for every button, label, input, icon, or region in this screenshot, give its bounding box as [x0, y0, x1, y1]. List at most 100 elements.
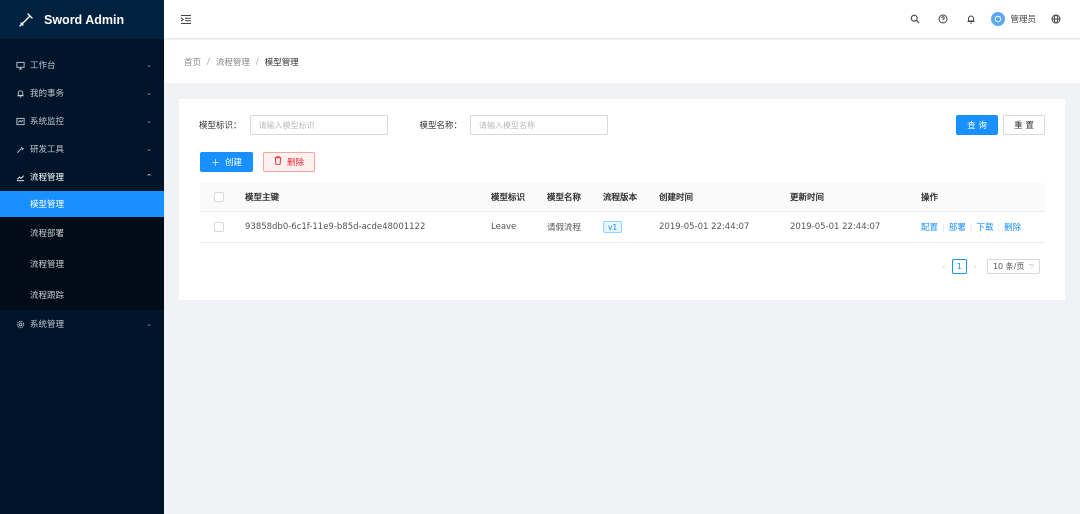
sword-icon: [16, 10, 36, 30]
breadcrumb-separator: /: [207, 56, 210, 67]
chevron-down-icon: ⌄: [146, 320, 152, 328]
user-name: 管理员: [1010, 15, 1036, 25]
sidebar-item-label: 系统管理: [30, 320, 65, 330]
next-page-icon[interactable]: ›: [969, 262, 981, 271]
sidebar: Sword Admin 工作台 ⌄ 我的事务 ⌄ 系统监控 ⌄ 研发工具 ⌄ 流…: [0, 0, 164, 514]
cell-model-name: 请假流程: [547, 223, 582, 233]
column-header-model-name: 模型名称: [547, 193, 582, 203]
column-header-created: 创建时间: [659, 193, 694, 203]
search-form: 模型标识： 请输入模型标识 模型名称： 请输入模型名称 查 询 重 置: [199, 115, 1045, 135]
model-ident-label: 模型标识：: [199, 121, 242, 131]
breadcrumb-separator: /: [255, 56, 259, 67]
model-table: 模型主键 模型标识 模型名称 流程版本 创建时间 更新时间 操作 93858db…: [200, 183, 1045, 243]
create-button[interactable]: ＋ 创建: [200, 152, 254, 172]
sidebar-subitem-flow-management[interactable]: 流程管理: [0, 248, 164, 279]
prev-page-icon[interactable]: ‹: [938, 262, 950, 271]
chevron-down-icon: ⌄: [146, 145, 152, 153]
column-header-model-ident: 模型标识: [491, 193, 526, 203]
pagination: ‹ 1 › 10 条/页 ▽: [938, 259, 1040, 274]
notification-bell-icon[interactable]: [964, 12, 978, 26]
flow-chart-icon: [14, 173, 26, 182]
reset-button[interactable]: 重 置: [1003, 115, 1045, 135]
app-title: Sword Admin: [44, 12, 125, 27]
query-button[interactable]: 查 询: [956, 115, 998, 135]
settings-icon: [14, 320, 26, 329]
sidebar-subitem-flow-tracking[interactable]: 流程跟踪: [0, 279, 164, 310]
select-all-checkbox[interactable]: [213, 192, 224, 202]
sidebar-item-my-tasks[interactable]: 我的事务 ⌄: [0, 79, 164, 107]
help-icon[interactable]: [936, 12, 950, 26]
flow-submenu: 模型管理 流程部署 流程管理 流程跟踪: [0, 191, 164, 310]
delete-button-label: 删除: [287, 158, 305, 168]
cell-created: 2019-05-01 22:44:07: [659, 222, 750, 232]
model-name-label: 模型名称：: [419, 121, 463, 131]
page-number[interactable]: 1: [951, 259, 967, 274]
sidebar-item-label: 系统监控: [30, 117, 65, 127]
cell-actions: 配置 | 部署 | 下载 | 删除: [921, 221, 1041, 233]
search-icon[interactable]: [908, 12, 922, 26]
bell-icon: [14, 89, 26, 98]
cell-model-key: 93858db0-6c1f-11e9-b85d-acde48001122: [245, 222, 426, 232]
create-button-label: 创建: [225, 158, 243, 168]
app-logo[interactable]: Sword Admin: [0, 0, 164, 39]
plus-icon: ＋: [211, 158, 221, 169]
download-link[interactable]: 下载: [976, 223, 993, 233]
sidebar-item-label: 研发工具: [30, 145, 65, 155]
breadcrumb: 首页 / 流程管理 / 模型管理: [164, 40, 1080, 83]
model-ident-input[interactable]: 请输入模型标识: [249, 115, 388, 135]
cell-updated: 2019-05-01 22:44:07: [790, 222, 881, 232]
sidebar-item-dev-tools[interactable]: 研发工具 ⌄: [0, 135, 164, 163]
sidebar-subitem-flow-deploy[interactable]: 流程部署: [0, 217, 164, 248]
sidebar-item-workbench[interactable]: 工作台 ⌄: [0, 51, 164, 79]
desktop-icon: [14, 61, 26, 70]
cell-model-ident: Leave: [491, 222, 517, 232]
column-header-updated: 更新时间: [790, 193, 825, 203]
cell-version: v1: [603, 221, 659, 233]
tool-icon: [14, 145, 26, 154]
chevron-down-icon: ⌄: [146, 89, 152, 97]
sidebar-item-flow-management[interactable]: 流程管理 ⌃: [0, 163, 164, 191]
row-checkbox[interactable]: [213, 222, 224, 232]
action-divider: |: [969, 223, 973, 232]
breadcrumb-flow-management[interactable]: 流程管理: [216, 56, 250, 68]
column-header-actions: 操作: [921, 193, 939, 203]
table-header: 模型主键 模型标识 模型名称 流程版本 创建时间 更新时间 操作: [200, 183, 1045, 212]
column-header-version: 流程版本: [603, 193, 638, 203]
action-divider: |: [997, 223, 1001, 232]
page-size-value: 10 条/页: [992, 262, 1025, 271]
search-buttons: 查 询 重 置: [951, 115, 1045, 135]
table-row[interactable]: 93858db0-6c1f-11e9-b85d-acde48001122 Lea…: [200, 212, 1045, 243]
sidebar-item-label: 工作台: [30, 61, 56, 71]
row-delete-link[interactable]: 删除: [1004, 223, 1021, 233]
config-link[interactable]: 配置: [921, 223, 938, 233]
sidebar-item-system-management[interactable]: 系统管理 ⌄: [0, 310, 164, 338]
top-header: 管理员: [164, 0, 1080, 39]
deploy-link[interactable]: 部署: [949, 223, 966, 233]
breadcrumb-home[interactable]: 首页: [184, 56, 201, 68]
menu-fold-icon[interactable]: [179, 12, 193, 26]
version-tag: v1: [603, 221, 623, 233]
select-all-cell: [200, 192, 245, 202]
action-toolbar: ＋ 创建 删除: [200, 152, 325, 172]
breadcrumb-current: 模型管理: [264, 57, 299, 68]
sidebar-item-label: 我的事务: [30, 89, 65, 99]
chevron-down-icon: ⌄: [146, 117, 152, 125]
row-select-cell: [200, 222, 245, 232]
avatar: [991, 12, 1006, 26]
delete-button[interactable]: 删除: [263, 152, 316, 172]
header-actions: 管理员: [901, 12, 1080, 26]
sidebar-item-monitor[interactable]: 系统监控 ⌄: [0, 107, 164, 135]
sidebar-menu: 工作台 ⌄ 我的事务 ⌄ 系统监控 ⌄ 研发工具 ⌄ 流程管理 ⌃ 模型管理 流…: [0, 39, 164, 338]
content-card: 模型标识： 请输入模型标识 模型名称： 请输入模型名称 查 询 重 置 ＋ 创建…: [179, 99, 1065, 300]
action-divider: |: [942, 223, 945, 232]
user-menu[interactable]: 管理员: [991, 12, 1036, 26]
sidebar-subitem-model-management[interactable]: 模型管理: [0, 191, 164, 217]
model-name-input[interactable]: 请输入模型名称: [470, 115, 609, 135]
globe-language-icon[interactable]: [1049, 12, 1063, 26]
chevron-down-icon: ▽: [1029, 263, 1034, 270]
monitor-icon: [14, 117, 26, 126]
page-size-select[interactable]: 10 条/页 ▽: [986, 259, 1040, 274]
chevron-down-icon: ⌄: [146, 61, 152, 69]
trash-icon: [274, 156, 282, 168]
column-header-model-key: 模型主键: [245, 193, 280, 203]
